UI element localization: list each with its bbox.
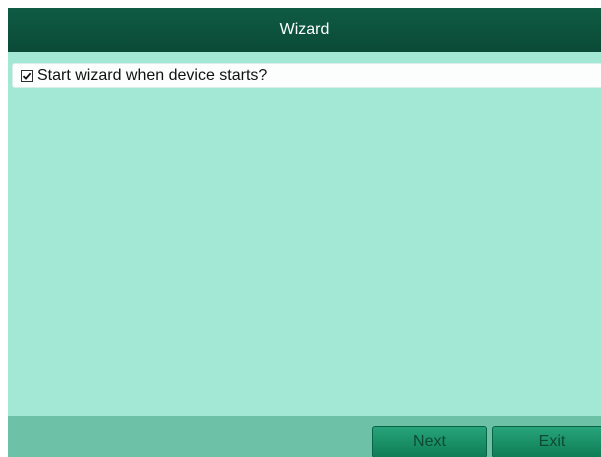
exit-button[interactable]: Exit (492, 426, 601, 457)
start-wizard-checkbox[interactable] (21, 69, 33, 82)
footer-bar: Next Exit (8, 416, 601, 457)
title-bar: Wizard (8, 8, 601, 52)
checkmark-icon (22, 72, 32, 80)
dialog-title: Wizard (279, 21, 330, 38)
next-button[interactable]: Next (372, 426, 487, 457)
start-wizard-option[interactable]: Start wizard when device starts? (12, 63, 601, 88)
wizard-dialog: Wizard Start wizard when device starts? … (8, 8, 601, 457)
start-wizard-label: Start wizard when device starts? (37, 66, 268, 84)
page: Wizard Start wizard when device starts? … (0, 0, 601, 457)
